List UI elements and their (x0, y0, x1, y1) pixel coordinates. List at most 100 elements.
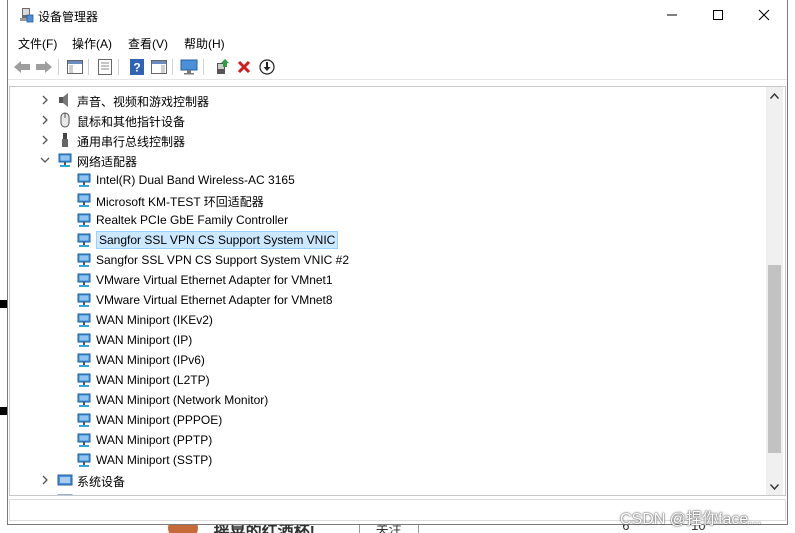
uninstall-button[interactable] (235, 58, 253, 76)
monitor-icon (180, 59, 198, 75)
network-adapter-icon (77, 353, 91, 367)
download-icon (259, 59, 275, 75)
tree-item-label: VMware Virtual Ethernet Adapter for VMne… (96, 293, 333, 307)
tree-item[interactable]: Microsoft KM-TEST 环回适配器 (10, 190, 760, 210)
uninstall-icon (237, 60, 251, 74)
usb-icon (62, 133, 68, 147)
tree-item[interactable]: WAN Miniport (PPPOE) (10, 410, 760, 430)
tree-item-label: Sangfor SSL VPN CS Support System VNIC #… (96, 253, 350, 267)
show-hide-console-tree-icon (67, 60, 83, 74)
vertical-scrollbar[interactable] (766, 87, 783, 495)
menu-help[interactable]: 帮助(H) (184, 35, 225, 52)
tree-item-label: VMware Virtual Ethernet Adapter for VMne… (96, 273, 333, 287)
device-tree[interactable]: 声音、视频和游戏控制器 鼠标和其他指针设备 通用串行总线控制器 网络适配器 Intel(… (9, 86, 786, 496)
network-adapter-icon (77, 293, 91, 307)
tree-item[interactable]: Sangfor SSL VPN CS Support System VNIC #… (10, 250, 760, 270)
forward-button[interactable] (35, 58, 53, 76)
scroll-thumb[interactable] (768, 265, 781, 453)
back-button[interactable] (13, 58, 31, 76)
tree-category[interactable]: 系统设备 (10, 470, 760, 490)
properties-button[interactable] (96, 58, 114, 76)
tree-item[interactable]: Realtek PCIe GbE Family Controller (10, 210, 760, 230)
close-button[interactable] (741, 0, 787, 30)
menu-action[interactable]: 操作(A) (72, 35, 112, 52)
tree-item[interactable]: WAN Miniport (Network Monitor) (10, 390, 760, 410)
background-mark (0, 300, 7, 308)
action-pane-icon (151, 60, 167, 74)
scroll-down-button[interactable] (766, 478, 783, 495)
tree-item-label: Sangfor SSL VPN CS Support System VNIC (96, 231, 339, 249)
chevron-right-icon[interactable] (40, 495, 50, 496)
tree-category[interactable]: 显示适配器 (10, 490, 760, 496)
toolbar-separator (118, 59, 119, 75)
device-manager-icon (20, 8, 34, 23)
tree-category[interactable]: 网络适配器 (10, 150, 760, 170)
tree-item[interactable]: WAN Miniport (IPv6) (10, 350, 760, 370)
maximize-icon (713, 10, 723, 20)
tree-item[interactable]: Sangfor SSL VPN CS Support System VNIC (10, 230, 760, 250)
tree-item[interactable]: WAN Miniport (IP) (10, 330, 760, 350)
tree-category[interactable]: 声音、视频和游戏控制器 (10, 90, 760, 110)
chevron-down-icon (770, 483, 779, 490)
back-icon (14, 61, 30, 73)
menu-file[interactable]: 文件(F) (18, 35, 57, 52)
tree-item-label: 显示适配器 (77, 493, 137, 495)
network-adapter-icon (77, 433, 91, 447)
console-tree-button[interactable] (66, 58, 84, 76)
chevron-right-icon[interactable] (40, 475, 50, 485)
network-adapter-icon (77, 193, 91, 207)
tree-item-label: 声音、视频和游戏控制器 (77, 95, 210, 109)
close-icon (758, 9, 770, 21)
tree-item-label: Realtek PCIe GbE Family Controller (96, 213, 289, 227)
network-adapter-icon (77, 313, 91, 327)
network-adapter-icon (77, 453, 91, 467)
title-bar[interactable]: 设备管理器 (8, 0, 787, 30)
network-adapter-icon (77, 253, 91, 267)
tree-item[interactable]: WAN Miniport (L2TP) (10, 370, 760, 390)
tree-item-label: 网络适配器 (77, 155, 138, 169)
tree-item-label: WAN Miniport (IPv6) (96, 353, 205, 367)
tree-item[interactable]: Intel(R) Dual Band Wireless-AC 3165 (10, 170, 760, 190)
tree-item-label: Intel(R) Dual Band Wireless-AC 3165 (96, 173, 295, 187)
tree-item-label: WAN Miniport (PPPOE) (96, 413, 223, 427)
chevron-right-icon[interactable] (40, 135, 50, 145)
disable-device-button[interactable] (258, 58, 276, 76)
maximize-button[interactable] (695, 0, 741, 30)
tree-item[interactable]: WAN Miniport (PPTP) (10, 430, 760, 450)
chevron-right-icon[interactable] (40, 95, 50, 105)
tree-item[interactable]: WAN Miniport (IKEv2) (10, 310, 760, 330)
tree-item-label: WAN Miniport (IP) (96, 333, 193, 347)
tree-category[interactable]: 鼠标和其他指针设备 (10, 110, 760, 130)
toolbar-separator (172, 59, 173, 75)
network-adapter-icon (77, 233, 91, 247)
update-driver-button[interactable] (213, 58, 231, 76)
toolbar-separator (203, 59, 204, 75)
network-adapter-icon (77, 273, 91, 287)
tree-item[interactable]: VMware Virtual Ethernet Adapter for VMne… (10, 270, 760, 290)
network-adapter-icon (77, 373, 91, 387)
chevron-down-icon[interactable] (40, 155, 50, 165)
menu-view[interactable]: 查看(V) (128, 35, 168, 52)
chevron-up-icon (770, 92, 779, 99)
tree-item-label: WAN Miniport (IKEv2) (96, 313, 213, 327)
network-adapter-icon (77, 413, 91, 427)
scan-hardware-button[interactable] (180, 58, 198, 76)
scroll-up-button[interactable] (766, 87, 783, 104)
tree-item-label: 鼠标和其他指针设备 (77, 115, 186, 129)
tree-item[interactable]: WAN Miniport (SSTP) (10, 450, 760, 470)
action-pane-button[interactable] (150, 58, 168, 76)
menu-bar: 文件(F) 操作(A) 查看(V) 帮助(H) (8, 31, 787, 53)
tree-item-label: 通用串行总线控制器 (77, 135, 186, 149)
svg-text:?: ? (133, 61, 140, 75)
toolbar: ? (8, 53, 787, 80)
tree-category[interactable]: 通用串行总线控制器 (10, 130, 760, 150)
properties-icon (98, 59, 112, 75)
tree-item-label: WAN Miniport (Network Monitor) (96, 393, 269, 407)
tree-item[interactable]: VMware Virtual Ethernet Adapter for VMne… (10, 290, 760, 310)
chevron-right-icon[interactable] (40, 115, 50, 125)
background-mark (0, 407, 7, 415)
forward-icon (36, 61, 52, 73)
mouse-icon (60, 112, 70, 128)
help-button[interactable]: ? (128, 58, 146, 76)
minimize-button[interactable] (649, 0, 695, 30)
